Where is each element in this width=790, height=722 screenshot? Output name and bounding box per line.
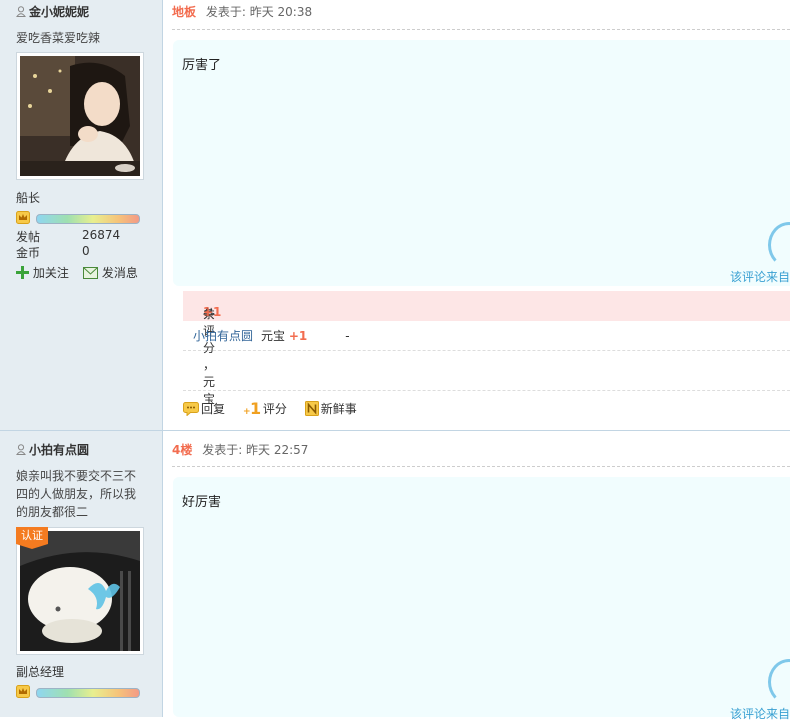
author-name[interactable]: 小拍有点圆 <box>16 441 89 458</box>
rating-summary: 共 1 条评分 ，元宝 +1 <box>183 291 790 406</box>
crown-icon <box>16 211 30 224</box>
post-content: 好厉害 该评论来自 <box>173 477 790 721</box>
rating-row: 小拍有点圆 元宝 +1 - <box>193 327 350 344</box>
author-sidebar: 金小妮妮妮 爱吃香菜爱吃辣 船长 发帖 26874 金币 0 加关注 发消息 <box>0 0 163 430</box>
floor-label[interactable]: 4楼 <box>172 443 192 457</box>
rating-note: - <box>345 329 350 343</box>
post-main: 4楼 发表于: 昨天 22:57 好厉害 该评论来自 <box>163 431 790 721</box>
post-main: 地板 发表于: 昨天 20:38 厉害了 该评论来自 共 1 条评分 ，元宝 +1 小… <box>163 0 790 430</box>
author-sidebar: 小拍有点圆 娘亲叫我不要交不三不四的人做朋友，所以我的朋友都很二 认证 副总经理 <box>0 431 163 717</box>
reply-button[interactable]: 回复 <box>183 400 225 417</box>
rating-kind: 元宝 <box>261 329 286 343</box>
user-icon <box>16 444 26 455</box>
comment-source[interactable]: 该评论来自 <box>730 268 790 285</box>
verified-badge: 认证 <box>16 527 48 549</box>
post-actions: 回复 +1 评分 新鲜事 <box>183 400 371 417</box>
post-2: 小拍有点圆 娘亲叫我不要交不三不四的人做朋友，所以我的朋友都很二 认证 副总经理 <box>0 431 790 721</box>
user-icon <box>16 6 26 17</box>
source-decoration <box>768 222 790 268</box>
divider <box>172 29 790 30</box>
post-text: 好厉害 <box>182 495 222 510</box>
svg-text:1: 1 <box>250 400 261 416</box>
stat-coins: 金币 0 <box>16 244 90 260</box>
post-meta: 4楼 发表于: 昨天 22:57 <box>172 441 308 458</box>
plus-one-icon: +1 <box>243 400 261 416</box>
news-icon <box>304 401 319 416</box>
plus-icon <box>16 266 29 279</box>
post-meta: 地板 发表于: 昨天 20:38 <box>172 3 312 20</box>
post-date: 发表于: 昨天 20:38 <box>205 5 313 19</box>
divider <box>172 466 790 467</box>
comment-source[interactable]: 该评论来自 <box>730 705 790 722</box>
follow-button[interactable]: 加关注 <box>16 264 69 281</box>
author-name[interactable]: 金小妮妮妮 <box>16 3 89 20</box>
post-content: 厉害了 该评论来自 <box>173 40 790 286</box>
crown-icon <box>16 685 30 698</box>
post-date: 发表于: 昨天 22:57 <box>202 443 309 457</box>
user-rank: 副总经理 <box>16 665 65 679</box>
stat-posts: 发帖 26874 <box>16 228 121 244</box>
news-button[interactable]: 新鲜事 <box>304 400 357 417</box>
floor-label[interactable]: 地板 <box>172 5 196 19</box>
level-progress <box>36 214 140 224</box>
avatar-image <box>20 531 140 651</box>
divider <box>183 390 790 391</box>
avatar[interactable] <box>16 52 144 180</box>
source-decoration <box>768 659 790 705</box>
level-progress <box>36 688 140 698</box>
author-signature: 娘亲叫我不要交不三不四的人做朋友，所以我的朋友都很二 <box>16 469 137 519</box>
message-button[interactable]: 发消息 <box>83 264 138 281</box>
post-text: 厉害了 <box>182 58 222 73</box>
author-signature: 爱吃香菜爱吃辣 <box>16 31 101 45</box>
divider <box>183 350 790 351</box>
post-1: 金小妮妮妮 爱吃香菜爱吃辣 船长 发帖 26874 金币 0 加关注 发消息 地… <box>0 0 790 431</box>
reply-icon <box>183 402 199 416</box>
avatar-image <box>20 56 140 176</box>
rating-user[interactable]: 小拍有点圆 <box>193 329 253 343</box>
user-rank: 船长 <box>16 191 41 205</box>
mail-icon <box>83 267 98 279</box>
rate-button[interactable]: +1 评分 <box>243 400 287 417</box>
rating-value: +1 <box>288 329 308 343</box>
